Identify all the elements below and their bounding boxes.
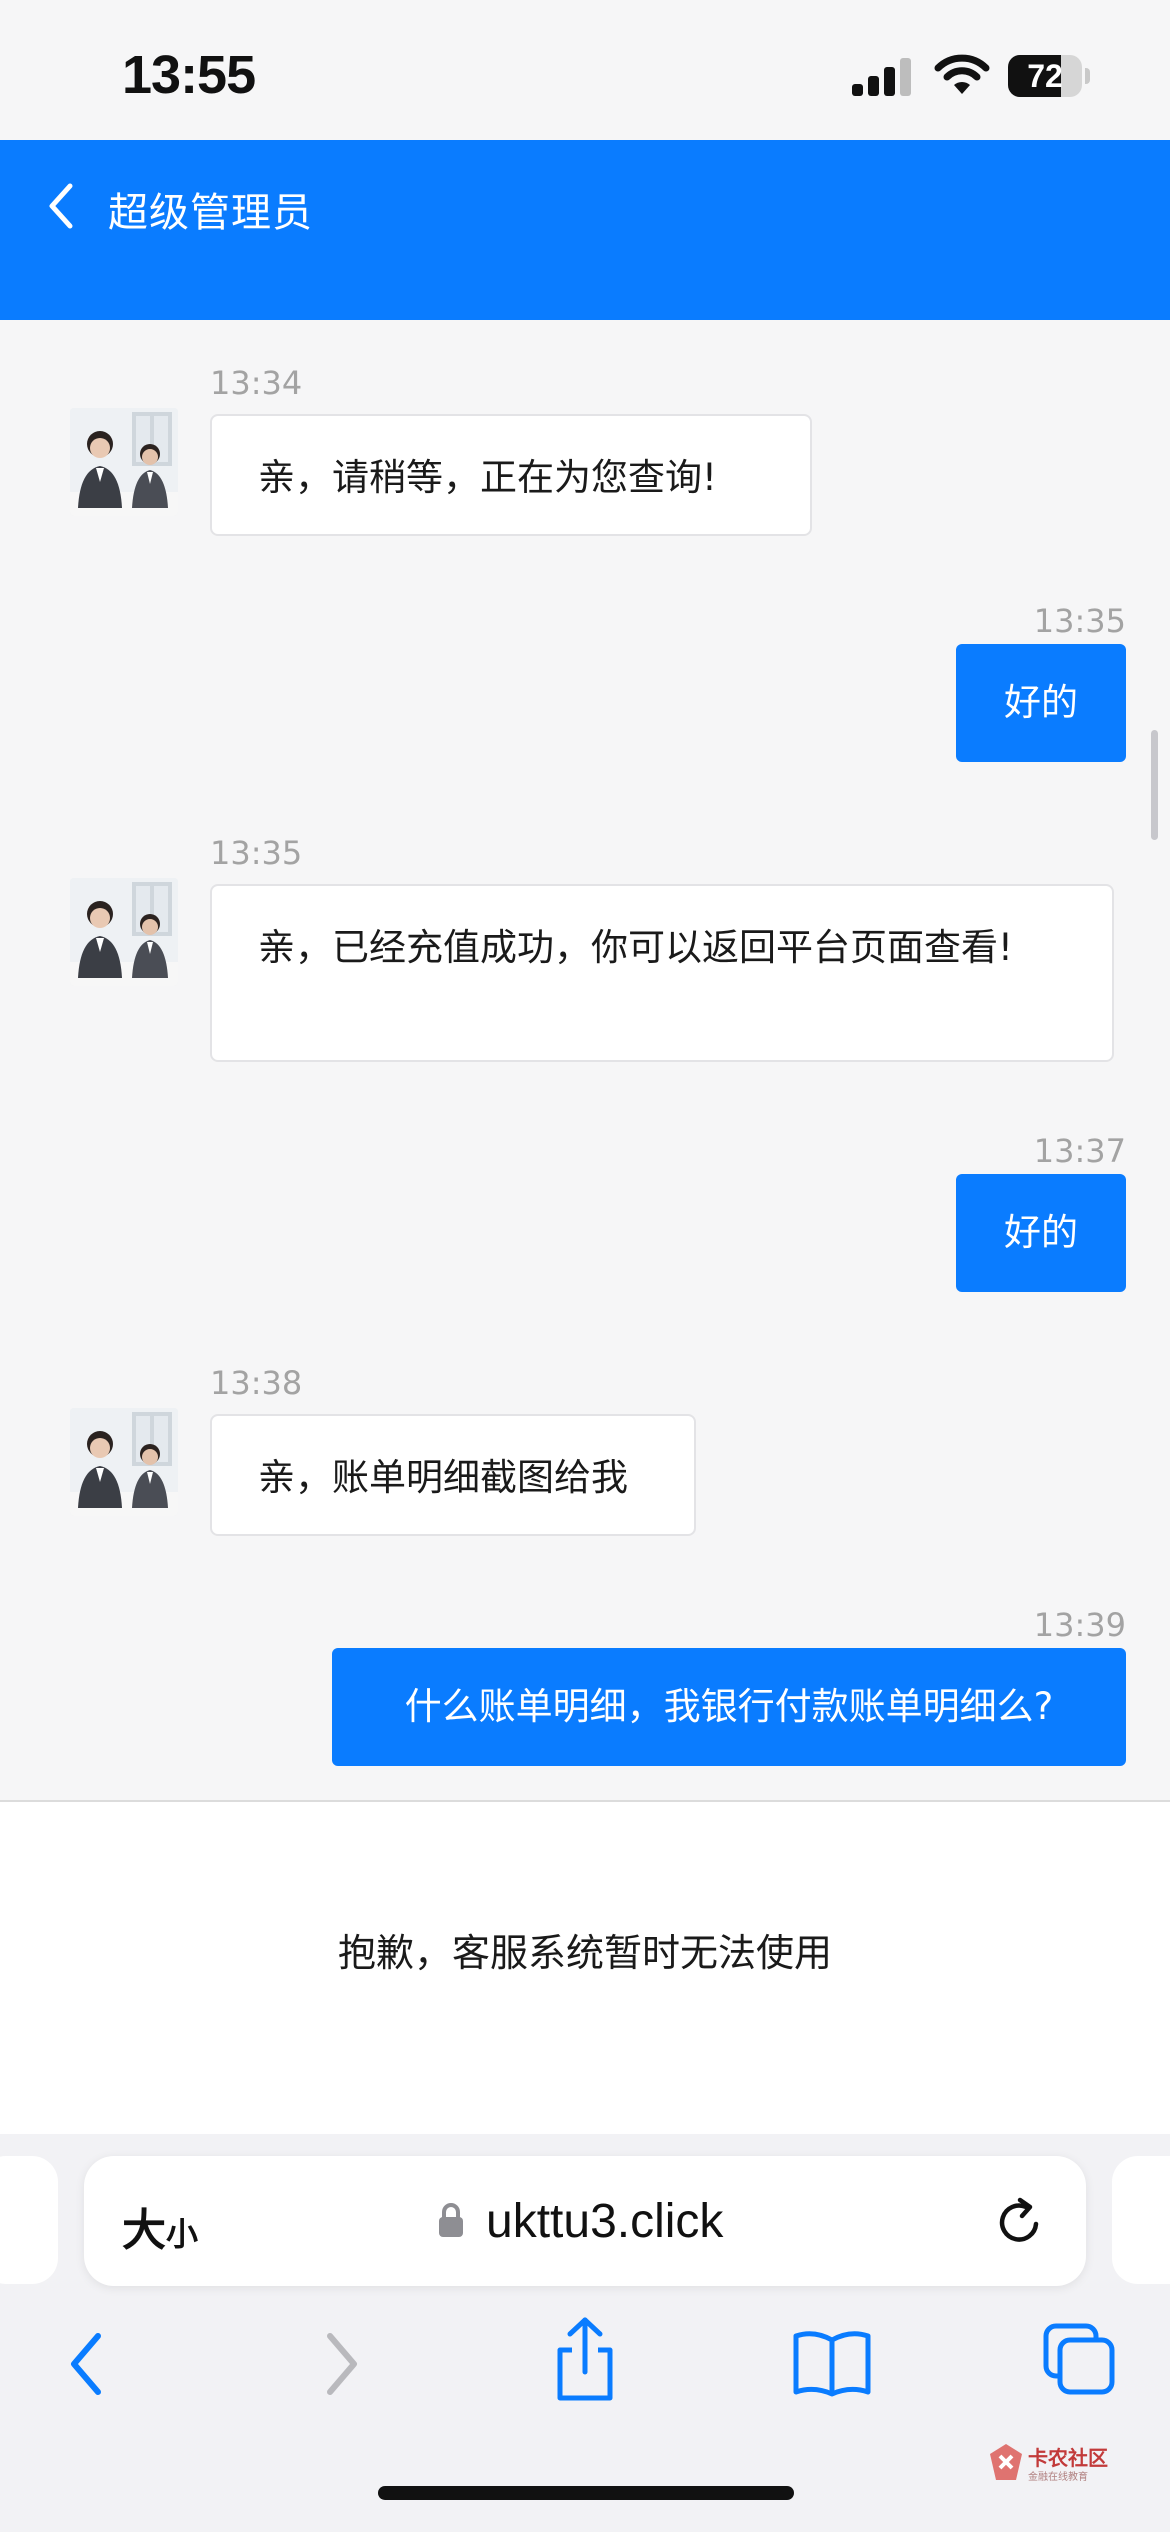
message-time: 13:34 (210, 364, 303, 402)
message-bubble: 亲，请稍等，正在为您查询! (210, 414, 812, 536)
message-bubble: 亲，已经充值成功，你可以返回平台页面查看! (210, 884, 1114, 1062)
cellular-signal-icon (852, 58, 911, 96)
message-bubble: 亲，账单明细截图给我 (210, 1414, 696, 1536)
notice-panel: 抱歉，客服系统暂时无法使用 (0, 1800, 1170, 2136)
chat-message-agent: 13:34 亲，请稍等，正在为您查询! (0, 320, 1170, 540)
url-text[interactable]: ukttu3.click (486, 2194, 723, 2249)
next-tab-preview[interactable] (1112, 2156, 1170, 2284)
address-bar[interactable]: 大小 ukttu3.click (84, 2156, 1086, 2286)
status-bar: 13:55 72 (0, 0, 1170, 140)
watermark-tagline: 金融在线教育 (1028, 2472, 1088, 2483)
browser-forward-icon[interactable] (316, 2324, 366, 2404)
message-time: 13:35 (1033, 602, 1126, 640)
text-size-button[interactable]: 大小 (122, 2194, 198, 2258)
bookmarks-icon[interactable] (792, 2328, 872, 2398)
back-chevron-icon[interactable] (36, 176, 86, 236)
message-time: 13:38 (210, 1364, 303, 1402)
status-time: 13:55 (122, 45, 256, 105)
wifi-icon (934, 54, 990, 94)
previous-tab-preview[interactable] (0, 2156, 58, 2284)
battery-percent: 72 (1027, 58, 1063, 94)
agent-avatar (70, 408, 178, 516)
watermark-name: 卡农社区 (1028, 2446, 1108, 2470)
agent-avatar (70, 878, 178, 986)
message-bubble: 好的 (956, 1174, 1126, 1292)
message-time: 13:37 (1033, 1132, 1126, 1170)
watermark-logo: 卡农社区 金融在线教育 (988, 2440, 1118, 2486)
chat-message-agent: 13:38 亲，账单明细截图给我 (0, 1354, 1170, 1554)
text-size-small-glyph: 小 (166, 2216, 199, 2252)
chat-message-user: 13:35 好的 (0, 590, 1170, 790)
message-time: 13:39 (1033, 1606, 1126, 1644)
text-size-big-glyph: 大 (122, 2206, 166, 2255)
message-time: 13:35 (210, 834, 303, 872)
agent-avatar (70, 1408, 178, 1516)
message-bubble: 什么账单明细，我银行付款账单明细么? (332, 1648, 1126, 1766)
battery-icon: 72 (1008, 55, 1090, 97)
chat-header: 超级管理员 (0, 140, 1170, 320)
chat-message-user: 13:39 什么账单明细，我银行付款账单明细么? (0, 1594, 1170, 1794)
browser-back-icon[interactable] (62, 2324, 112, 2404)
tabs-icon[interactable] (1040, 2320, 1120, 2400)
reload-icon[interactable] (992, 2194, 1048, 2250)
chat-message-agent: 13:35 亲，已经充值成功，你可以返回平台页面查看! (0, 824, 1170, 1084)
chat-message-list[interactable]: 13:34 亲，请稍等，正在为您查询! 13:35 好的 13:35 亲，已经充… (0, 320, 1170, 1800)
share-icon[interactable] (548, 2314, 622, 2404)
service-unavailable-notice: 抱歉，客服系统暂时无法使用 (337, 1931, 832, 1975)
lock-icon (439, 2203, 463, 2237)
home-indicator[interactable] (378, 2486, 794, 2500)
message-bubble: 好的 (956, 644, 1126, 762)
chat-title: 超级管理员 (108, 190, 313, 236)
chat-message-user: 13:37 好的 (0, 1120, 1170, 1320)
scroll-indicator[interactable] (1151, 730, 1158, 840)
